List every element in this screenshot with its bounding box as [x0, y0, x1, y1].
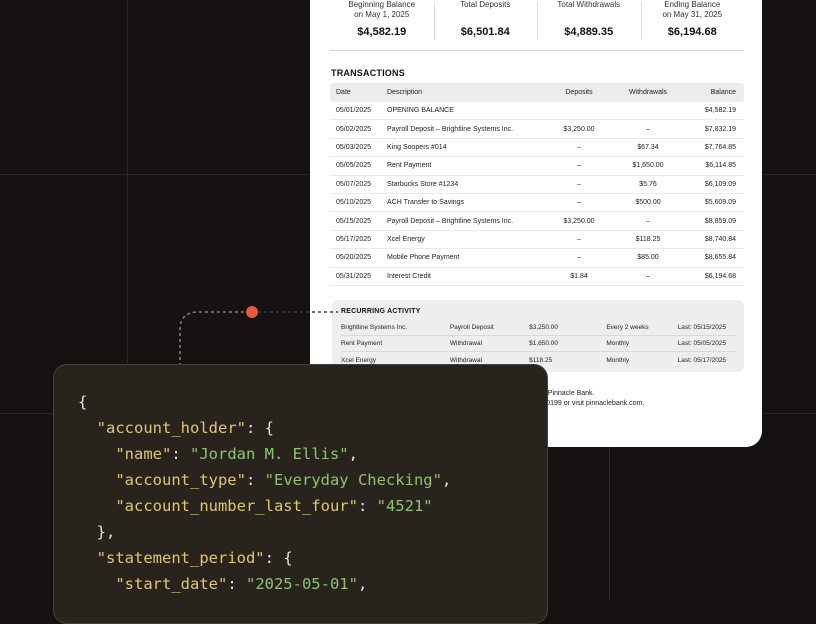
code-key: "account_number_last_four" [115, 497, 358, 515]
code-brace: }, [96, 523, 116, 541]
json-output-panel: { "account_holder": { "name": "Jordan M.… [53, 364, 548, 624]
code-brace: { [78, 393, 88, 411]
code-key: "account_holder" [96, 419, 246, 437]
code-key: "name" [115, 445, 172, 463]
code-string: "2025-05-01" [245, 575, 358, 593]
code-string: "Jordan M. Ellis" [190, 445, 349, 463]
code-key: "account_type" [115, 471, 246, 489]
code-key: "statement_period" [96, 549, 265, 567]
connector-dot-icon [246, 306, 258, 318]
json-code-block: { "account_holder": { "name": "Jordan M.… [78, 393, 452, 593]
code-string: "Everyday Checking" [264, 471, 442, 489]
code-string: "4521" [376, 497, 433, 515]
code-key: "start_date" [115, 575, 228, 593]
